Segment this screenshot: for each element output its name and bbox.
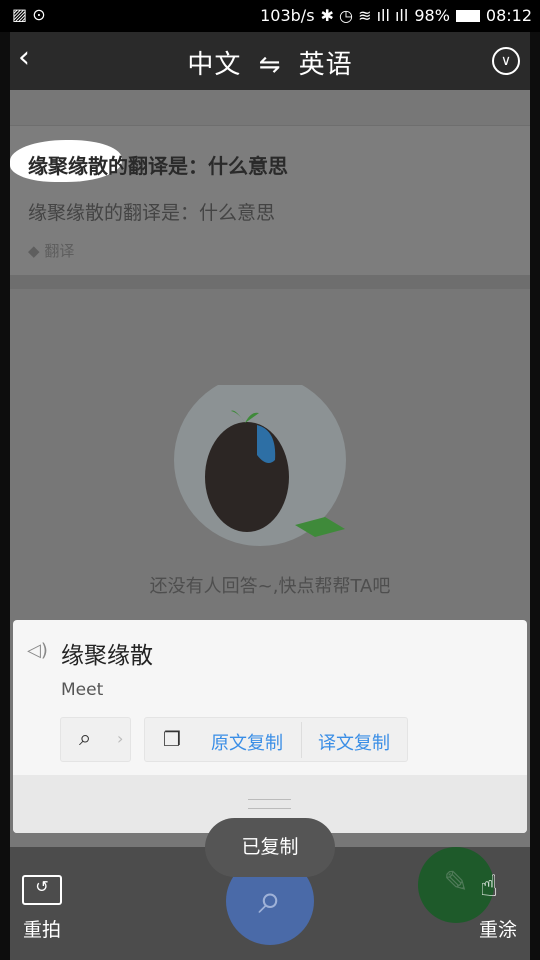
tag-label: 翻译 (44, 242, 75, 260)
signal-icons: ✱ ◷ ≋ ıll ıll (320, 6, 409, 25)
retake-icon[interactable]: ↺ (22, 875, 62, 905)
question-body: 缘聚缘散的翻译是：什么意思 (28, 202, 276, 224)
clock: 08:12 (485, 6, 532, 25)
copy-source-button[interactable]: 原文复制 (211, 729, 283, 755)
copy-translation-button[interactable]: 译文复制 (318, 729, 390, 755)
copy-toolbar: ❐ 原文复制 译文复制 (144, 717, 408, 762)
retake-button[interactable]: 重拍 (23, 915, 61, 942)
battery-icon (455, 9, 480, 22)
translate-title-bar: ‹ 中文 ⇋ 英语 ∨ (10, 32, 530, 90)
redraw-button[interactable]: 重涂 (479, 915, 517, 942)
chevron-right-icon: › (117, 729, 124, 748)
question-title: 缘聚缘散的翻译是：什么意思 (28, 154, 288, 178)
empty-illustration (174, 385, 346, 546)
translation-result-card: ◁) 缘聚缘散 Meet ⌕ › ❐ 原文复制 译文复制 (13, 620, 527, 833)
chevron-down-icon[interactable]: ∨ (492, 47, 520, 75)
image-icon: ▨ ⊙ (12, 5, 46, 24)
swap-icon[interactable]: ⇋ (259, 50, 282, 80)
target-language[interactable]: 英语 (299, 50, 353, 80)
copy-icon: ❐ (163, 727, 181, 751)
search-icon: ⌕ (79, 726, 92, 751)
status-bar: ▨ ⊙ 103b/s ✱ ◷ ≋ ıll ıll 98% 08:12 (0, 0, 540, 32)
divider (301, 722, 302, 758)
tag-icon: ◆ (28, 242, 45, 260)
translation-text: Meet (61, 680, 104, 700)
network-speed: 103b/s (260, 6, 315, 25)
source-language[interactable]: 中文 (187, 50, 241, 80)
copied-toast: 已复制 (205, 818, 335, 877)
drag-handle[interactable] (248, 799, 291, 809)
speaker-icon[interactable]: ◁) (27, 640, 48, 661)
battery-level: 98% (414, 6, 450, 25)
search-button[interactable]: ⌕ › (60, 717, 131, 762)
divider (10, 275, 530, 289)
tag: ◆ 翻译 (28, 240, 74, 261)
empty-message: 还没有人回答~,快点帮帮TA吧 (149, 576, 391, 597)
hand-pointer-icon[interactable]: ☝ (480, 869, 498, 904)
source-text: 缘聚缘散 (61, 643, 153, 669)
language-selector[interactable]: 中文 ⇋ 英语 (10, 44, 530, 81)
